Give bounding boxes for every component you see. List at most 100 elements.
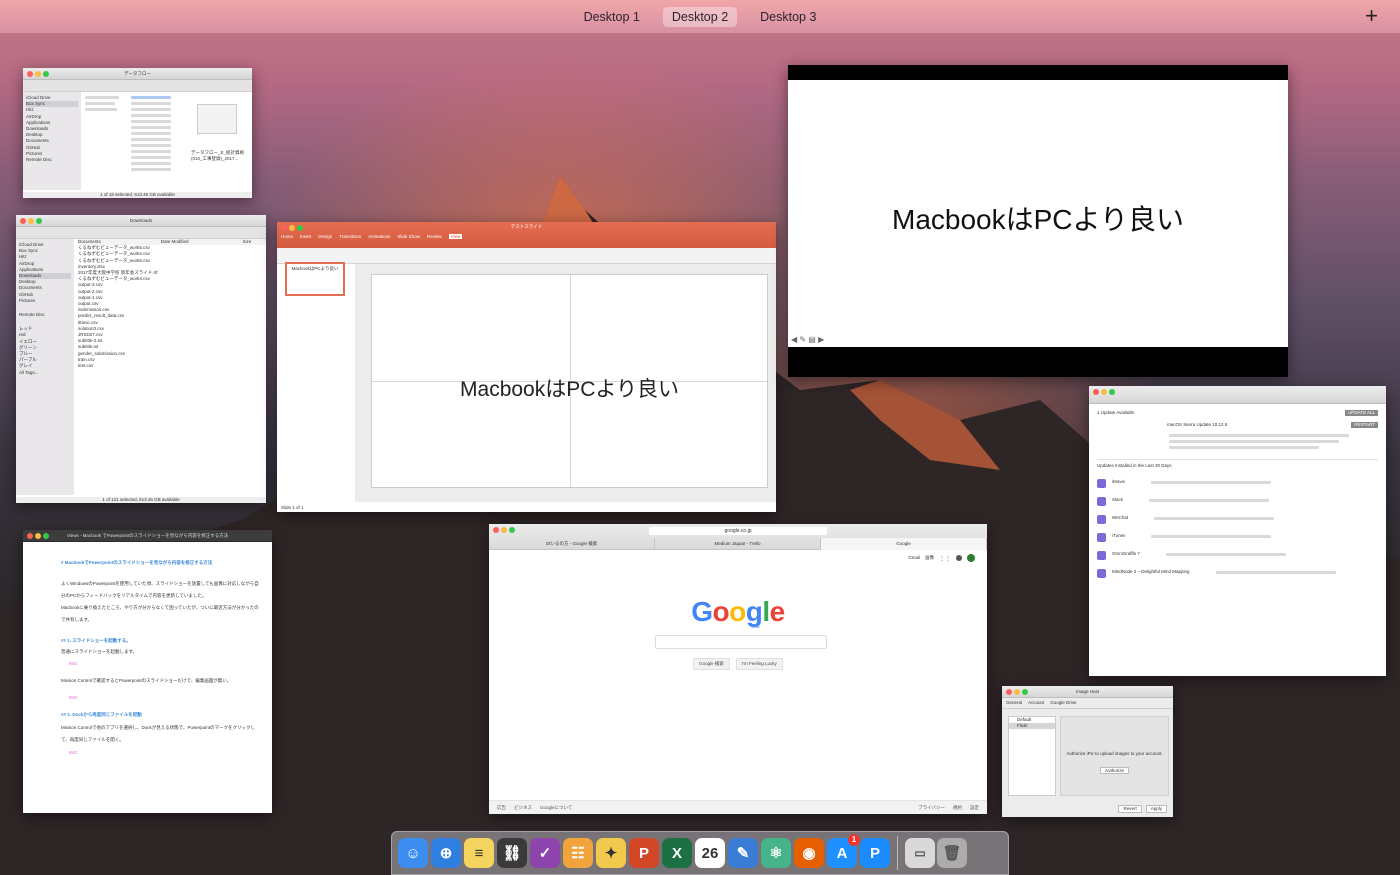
slideshow-controls-icon[interactable]: ◀ ✎ ▤ ▶ xyxy=(791,335,824,344)
dock-tasks-icon[interactable]: ☷ xyxy=(563,838,593,868)
title-bar[interactable]: データフロー xyxy=(23,68,252,80)
dock-firefox-icon[interactable]: ◉ xyxy=(794,838,824,868)
close-button[interactable] xyxy=(493,527,499,533)
slideshow-window[interactable]: MacbookはPCより良い ◀ ✎ ▤ ▶ xyxy=(788,65,1288,377)
space-desktop-1[interactable]: Desktop 1 xyxy=(575,7,649,27)
address-bar[interactable]: google.co.jp xyxy=(649,527,827,535)
authorize-button[interactable]: Authorize xyxy=(1099,767,1129,775)
installed-update-item[interactable]: Slack xyxy=(1097,496,1378,506)
slideshow-slide[interactable]: MacbookはPCより良い ◀ ✎ ▤ ▶ xyxy=(788,80,1288,347)
close-button[interactable] xyxy=(27,71,33,77)
appstore-updates-window[interactable]: 1 Update Available UPDATE ALL macOS Sier… xyxy=(1089,386,1386,676)
tab-design[interactable]: Design xyxy=(318,234,332,239)
apply-button[interactable]: Apply xyxy=(1145,804,1167,813)
installed-update-item[interactable]: iTunes xyxy=(1097,532,1378,542)
dock-omnifocus-icon[interactable]: ✓ xyxy=(530,838,560,868)
zoom-button[interactable] xyxy=(1109,389,1115,395)
footer-link[interactable]: 広告 xyxy=(497,805,506,811)
close-button[interactable] xyxy=(27,533,33,539)
browser-tab[interactable]: Ofいるの方 - Google 検索 xyxy=(489,538,655,550)
image-host-window[interactable]: Image Host General Account Google Drive … xyxy=(1002,686,1173,817)
restart-button[interactable]: RESTART xyxy=(1351,422,1378,429)
dock-tes-icon[interactable]: ✦ xyxy=(596,838,626,868)
dock-finder-icon[interactable]: ☺ xyxy=(398,838,428,868)
installed-update-item[interactable]: WeChat xyxy=(1097,514,1378,524)
minimize-button[interactable] xyxy=(1014,689,1020,695)
notifications-icon[interactable] xyxy=(956,555,962,561)
tab-slide-show[interactable]: Slide Show xyxy=(397,234,420,239)
footer-link[interactable]: ビジネス xyxy=(514,805,532,811)
browser-tab[interactable]: Google xyxy=(821,538,987,550)
footer-link[interactable]: 設定 xyxy=(970,805,979,811)
slide-thumbnail[interactable]: MacbookはPCより良い xyxy=(285,262,345,296)
pref-tab-google-drive[interactable]: Google Drive xyxy=(1050,700,1076,706)
finder-window-downloads[interactable]: Downloads iCloud Drive Box Sync Hitz Air… xyxy=(16,215,266,503)
add-space-button[interactable]: + xyxy=(1365,3,1378,29)
revert-button[interactable]: Revert xyxy=(1118,804,1142,813)
title-bar[interactable]: Views - Macbook でPowerpointのスライドショーを見ながら… xyxy=(23,530,272,542)
update-all-button[interactable]: UPDATE ALL xyxy=(1345,410,1378,417)
zoom-button[interactable] xyxy=(509,527,515,533)
title-bar[interactable] xyxy=(1089,386,1386,404)
title-bar[interactable]: Image Host xyxy=(1002,686,1173,698)
minimize-button[interactable] xyxy=(501,527,507,533)
dock-excel-icon[interactable]: X xyxy=(662,838,692,868)
apps-grid-icon[interactable]: ⋮⋮ xyxy=(939,555,951,562)
space-desktop-2[interactable]: Desktop 2 xyxy=(662,6,738,27)
zoom-button[interactable] xyxy=(36,218,42,224)
footer-link[interactable]: 規約 xyxy=(953,805,962,811)
installed-update-item[interactable]: iMovie xyxy=(1097,478,1378,488)
slide-canvas[interactable]: MacbookはPCより良い xyxy=(371,274,768,488)
zoom-button[interactable] xyxy=(43,71,49,77)
browser-tab[interactable]: Medium Jaquar - Trello xyxy=(655,538,821,550)
dock-calendar-icon[interactable]: 26 xyxy=(695,838,725,868)
dock-app-store-icon[interactable]: A1 xyxy=(827,834,860,868)
footer-link[interactable]: Googleについて xyxy=(540,805,572,811)
close-button[interactable] xyxy=(20,218,26,224)
downloads-stack-icon[interactable]: ▭ xyxy=(905,838,935,868)
sidebar-item[interactable]: Pictures xyxy=(19,298,71,304)
editor-content[interactable]: # MacbookでPowerpointのスライドショーを見ながら内容を修正する… xyxy=(23,542,272,757)
tab-animations[interactable]: Animations xyxy=(368,234,390,239)
powerpoint-window[interactable]: テストスライド Home Insert Design Transitions A… xyxy=(277,222,776,512)
title-bar[interactable]: Downloads xyxy=(16,215,266,227)
dock-kindle-icon[interactable]: ✎ xyxy=(728,838,758,868)
feeling-lucky-button[interactable]: I'm Feeling Lucky xyxy=(735,658,783,670)
installed-update-item[interactable]: OmniGraffle 7 xyxy=(1097,550,1378,560)
close-button[interactable] xyxy=(1093,389,1099,395)
tab-view[interactable]: View xyxy=(448,234,463,239)
host-item-flickr[interactable]: Flickr xyxy=(1009,723,1055,730)
tab-review[interactable]: Review xyxy=(427,234,442,239)
slide-title-text[interactable]: MacbookはPCより良い xyxy=(372,373,767,403)
column-header[interactable]: Size xyxy=(243,239,252,245)
zoom-button[interactable] xyxy=(1022,689,1028,695)
tab-insert[interactable]: Insert xyxy=(300,234,311,239)
safari-window[interactable]: google.co.jp Ofいるの方 - Google 検索 Medium J… xyxy=(489,524,987,814)
close-button[interactable] xyxy=(1006,689,1012,695)
minimize-button[interactable] xyxy=(35,533,41,539)
finder-window-dataflow[interactable]: データフロー iCloud Drive Box Sync Hitz AirDro… xyxy=(23,68,252,198)
space-desktop-3[interactable]: Desktop 3 xyxy=(751,7,825,27)
pref-tab-general[interactable]: General xyxy=(1006,700,1022,706)
dock-powerpoint-icon[interactable]: P xyxy=(629,838,659,868)
images-link[interactable]: 画像 xyxy=(925,555,934,561)
sidebar-item[interactable]: Remote Disc xyxy=(19,312,71,318)
minimize-button[interactable] xyxy=(1101,389,1107,395)
tab-transitions[interactable]: Transitions xyxy=(339,234,361,239)
minimize-button[interactable] xyxy=(28,218,34,224)
trash-icon[interactable]: 🗑 xyxy=(937,838,967,868)
dock-ipic-icon[interactable]: P xyxy=(860,838,890,868)
google-search-input[interactable] xyxy=(655,635,827,649)
tab-home[interactable]: Home xyxy=(281,234,293,239)
dock-atom-icon[interactable]: ⚛ xyxy=(761,838,791,868)
dock-safari-icon[interactable]: ⊕ xyxy=(431,838,461,868)
column-header[interactable]: Date Modified xyxy=(161,239,189,245)
file-row[interactable]: test.csv xyxy=(78,363,266,369)
zoom-button[interactable] xyxy=(43,533,49,539)
pref-tab-account[interactable]: Account xyxy=(1028,700,1044,706)
dock-notes-icon[interactable]: ≡ xyxy=(464,838,494,868)
minimize-button[interactable] xyxy=(35,71,41,77)
sidebar-item[interactable]: Remote Disc xyxy=(26,157,78,163)
editor-window[interactable]: Views - Macbook でPowerpointのスライドショーを見ながら… xyxy=(23,530,272,813)
gmail-link[interactable]: Gmail xyxy=(908,555,920,561)
